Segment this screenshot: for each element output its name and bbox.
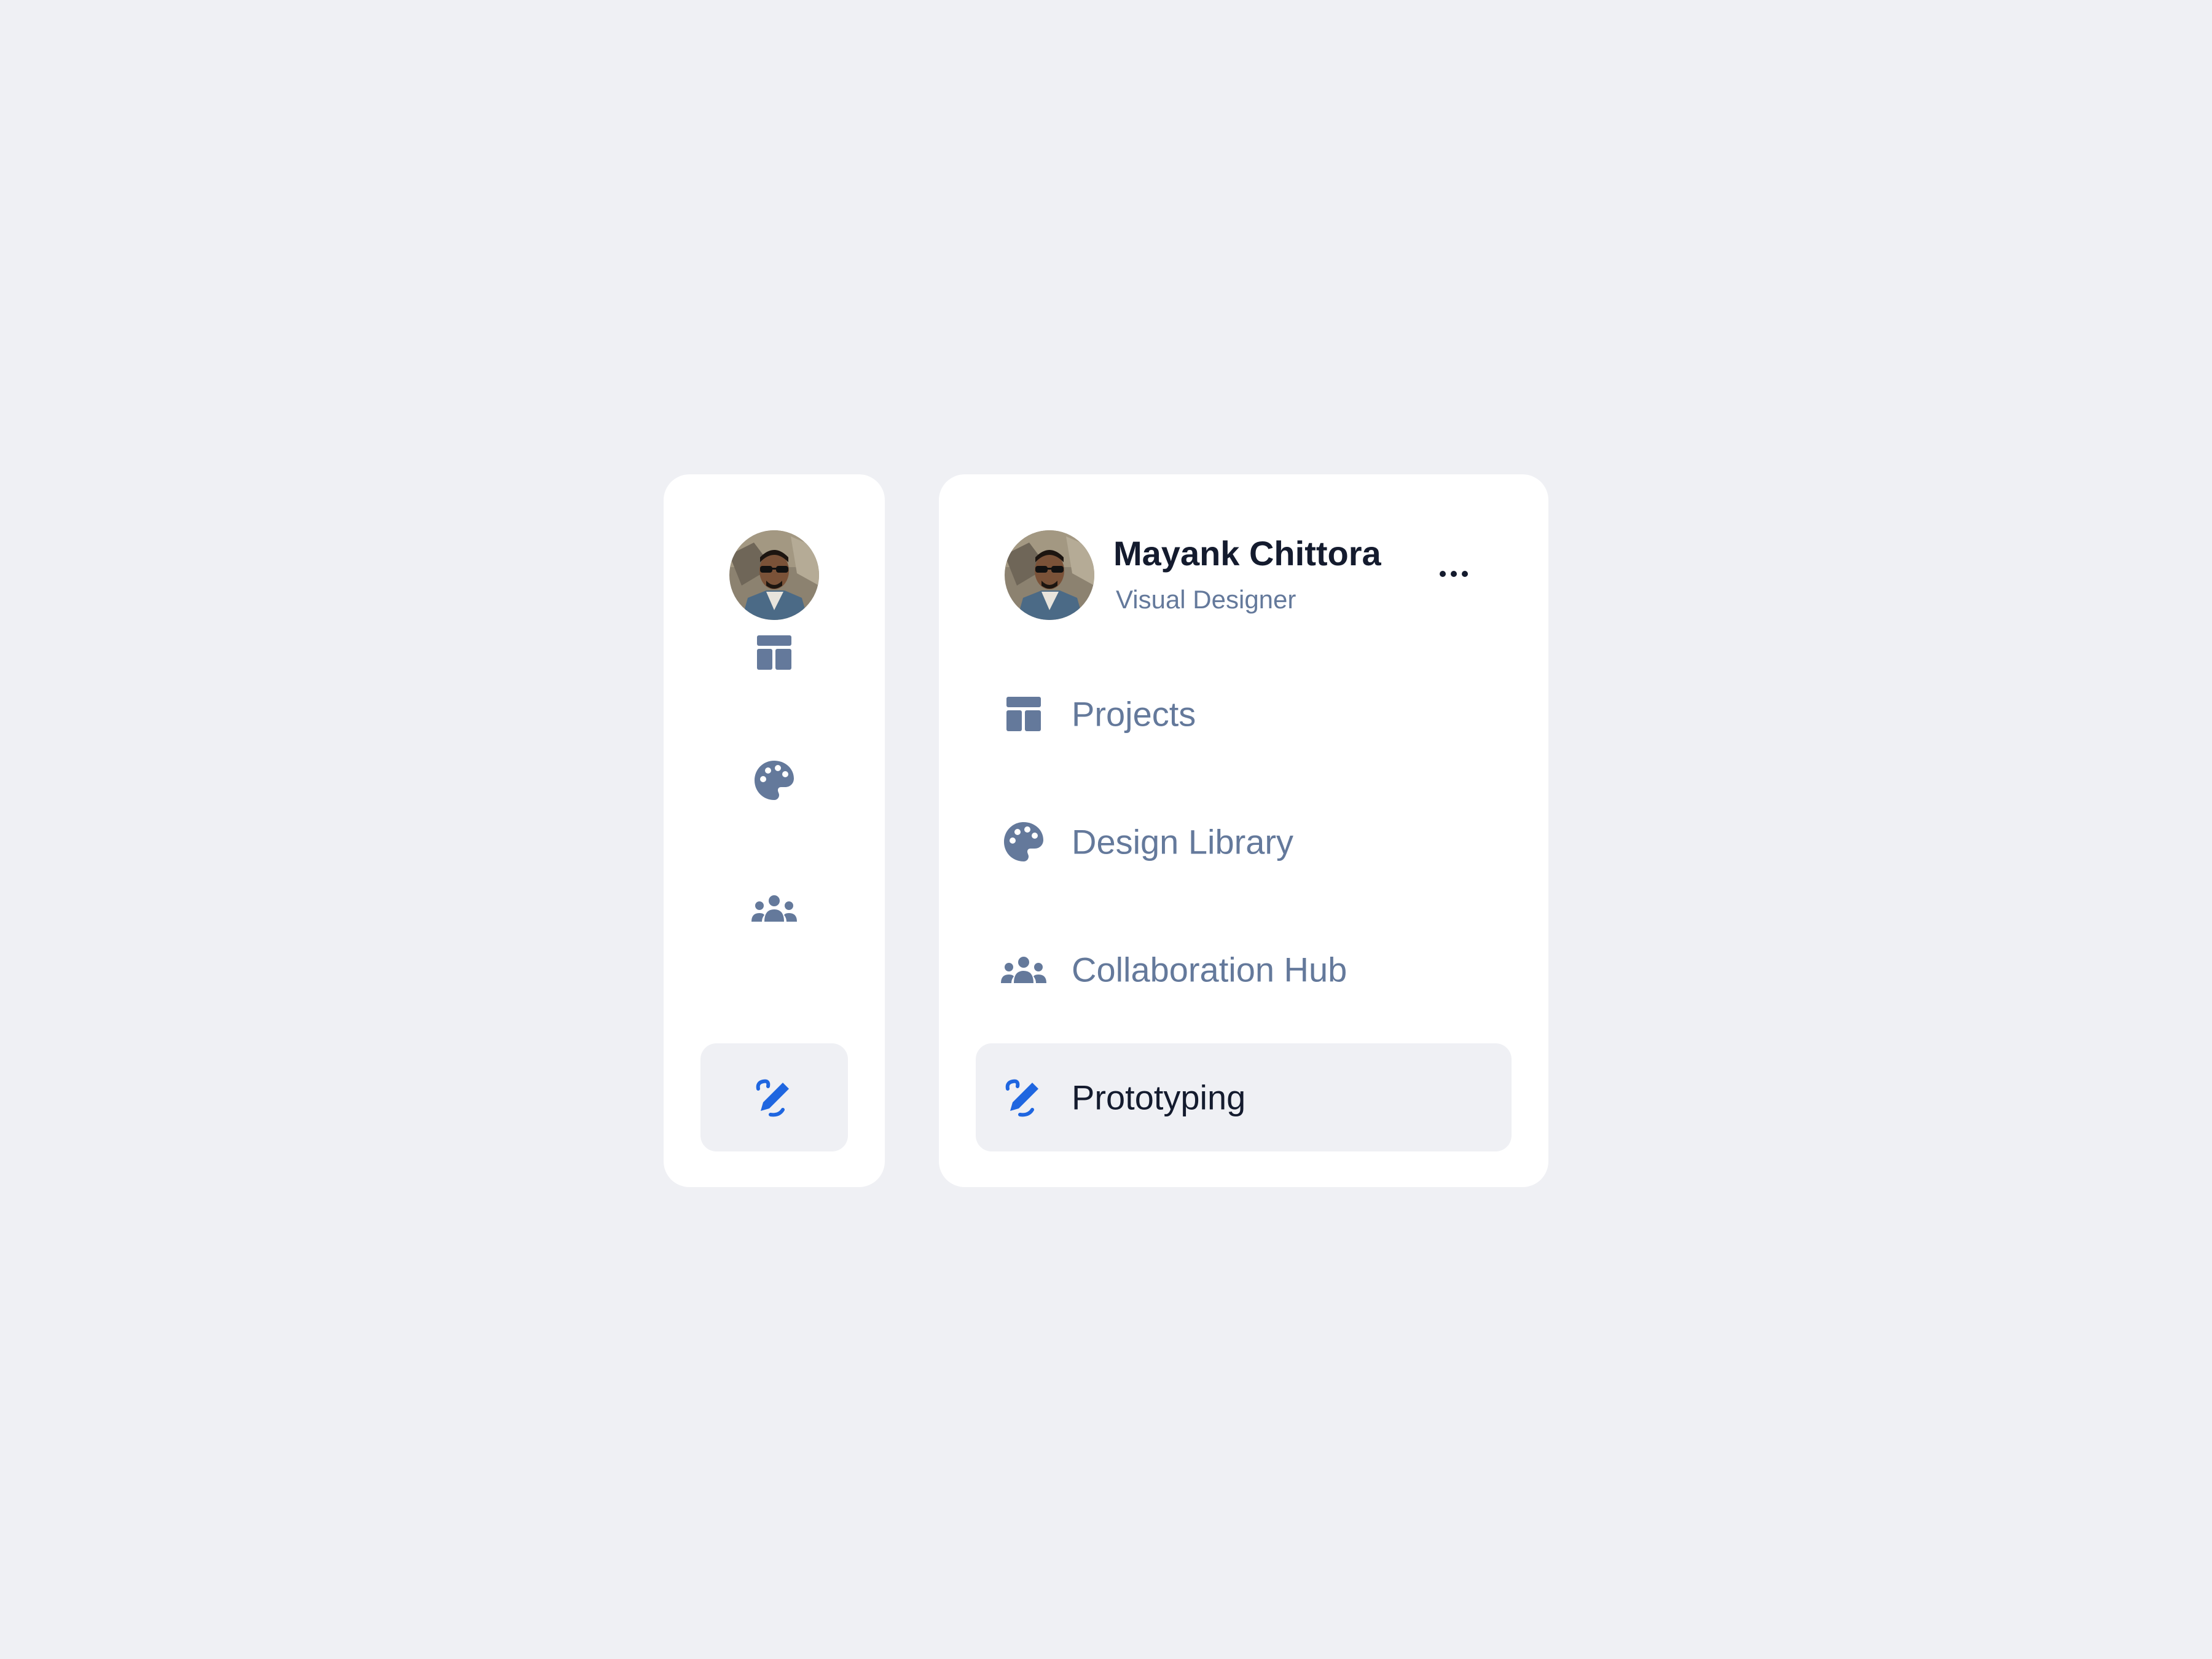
more-options-button[interactable] [1430,552,1477,598]
collapsed-sidebar [664,474,885,1187]
group-icon [751,895,798,922]
menu-item-projects[interactable]: Projects [976,660,1512,768]
menu-item-label: Collaboration Hub [1072,950,1347,989]
user-role: Visual Designer [1116,585,1296,614]
menu-item-prototyping[interactable]: Prototyping [976,1043,1512,1151]
draw-pencil-icon [1000,1074,1047,1121]
dashboard-layout-icon [756,634,793,671]
palette-icon [753,759,795,801]
menu-item-collaboration-hub[interactable]: Collaboration Hub [976,916,1512,1024]
user-name: Mayank Chittora [1113,534,1381,573]
palette-icon [1000,818,1047,865]
menu-item-label: Design Library [1072,822,1294,861]
sidebar-item-prototyping[interactable] [700,1043,848,1151]
avatar-photo [1005,530,1094,620]
sidebar-item-projects[interactable] [700,598,848,707]
expanded-sidebar: Mayank Chittora Visual Designer Projects [939,474,1548,1187]
group-icon [1000,946,1047,993]
more-horizontal-icon [1439,570,1469,581]
menu-item-label: Prototyping [1072,1078,1246,1117]
draw-pencil-icon [755,1078,794,1117]
menu-item-label: Projects [1072,694,1196,734]
dashboard-layout-icon [1000,691,1047,737]
sidebar-item-collaboration-hub[interactable] [700,854,848,962]
avatar[interactable] [1005,530,1094,620]
menu-item-design-library[interactable]: Design Library [976,788,1512,896]
sidebar-item-design-library[interactable] [700,726,848,834]
